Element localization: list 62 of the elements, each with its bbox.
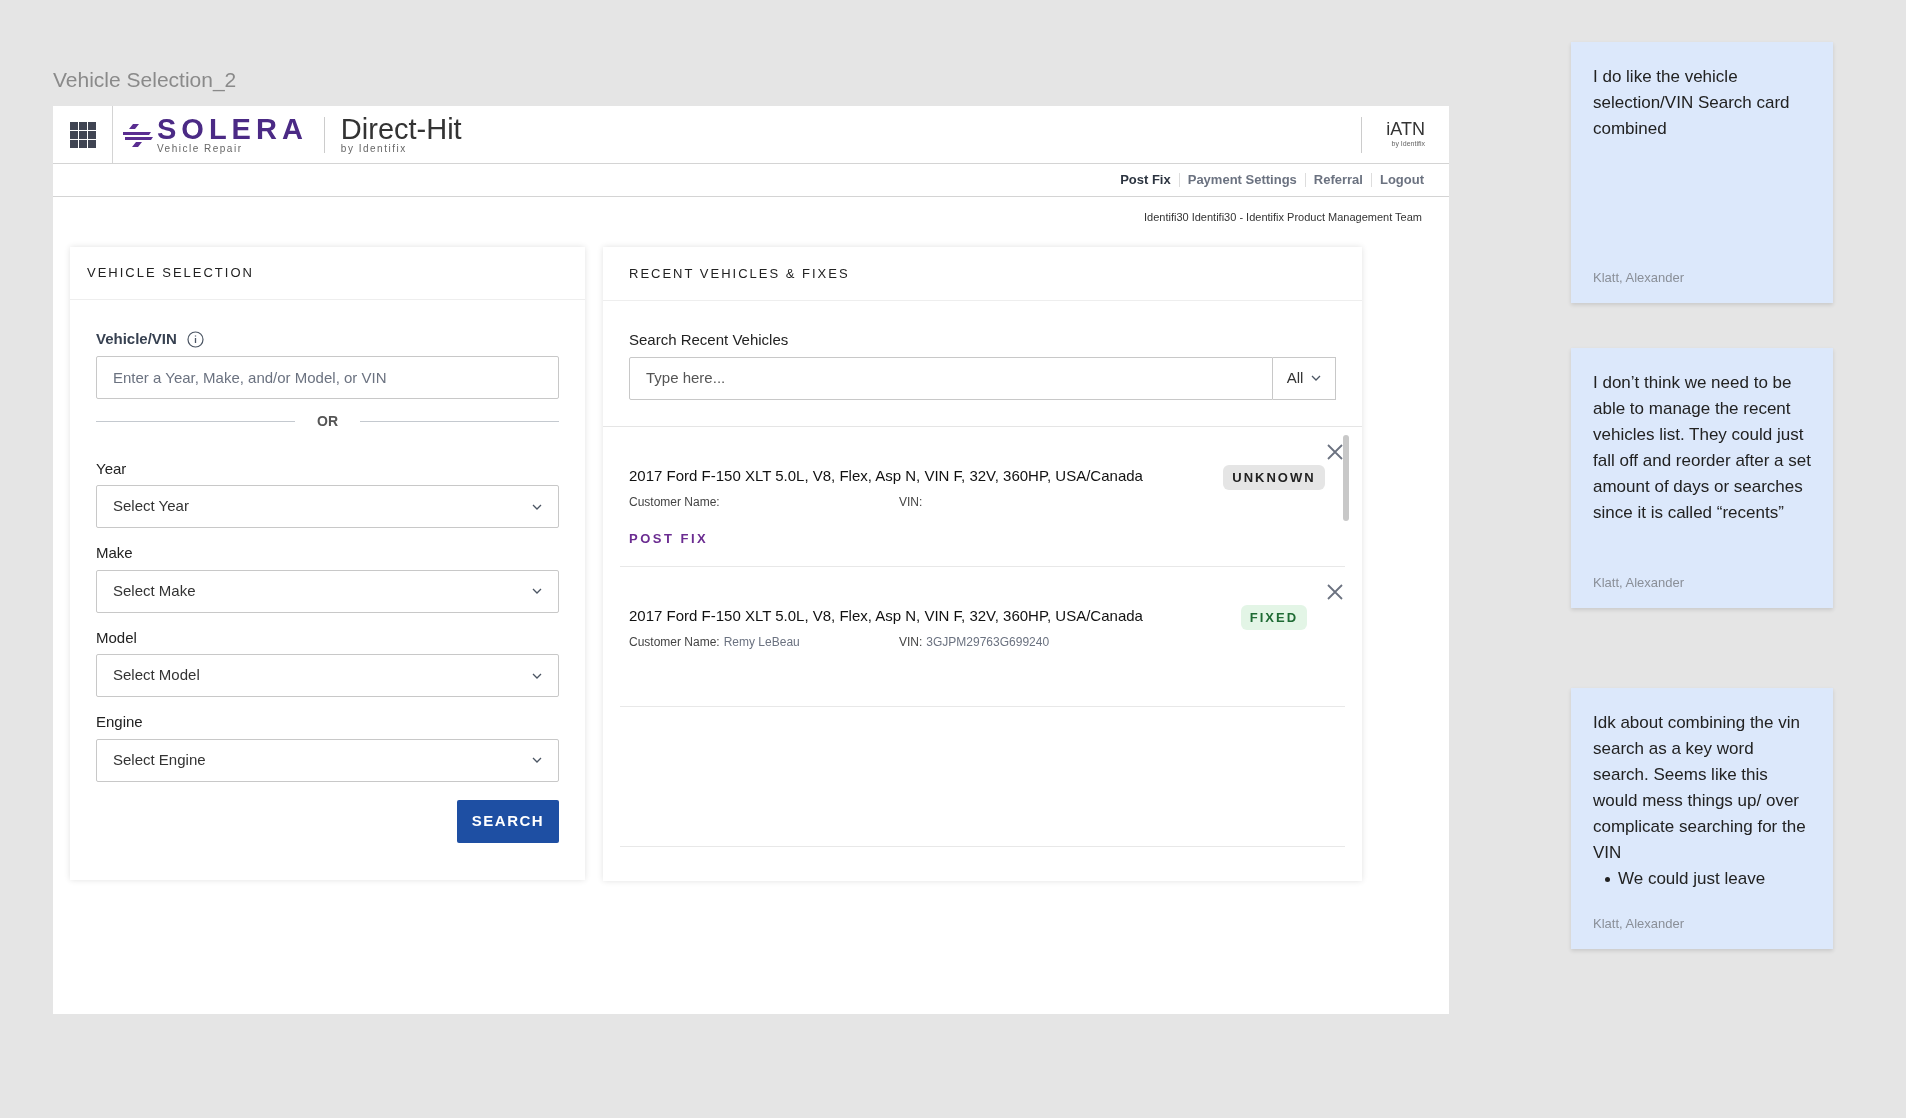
field-label: Engine [96,712,144,732]
card-title: RECENT VEHICLES & FIXES [629,264,850,283]
dropdown-select[interactable]: Select Model [96,654,559,697]
chevron-down-icon [532,757,542,763]
field-label: Year [96,458,128,479]
vehicle-title: 2017 Ford F-150 XLT 5.0L, V8, Flex, Asp N, VIN F, 32V, 360HP, USA/Canada [629,605,1143,626]
post-fix-link[interactable]: POST FIX [629,529,709,549]
frame-title: Vehicle Selection_2 [53,67,238,94]
status-badge: UNKNOWN [1223,464,1325,490]
vehicle-vin-input[interactable]: Enter a Year, Make, and/or Model, or VIN [96,355,559,399]
nav-link[interactable]: Payment Settings [1187,170,1297,190]
chevron-down-icon [1311,375,1322,381]
card-title: VEHICLE SELECTION [87,264,254,283]
search-input[interactable]: Type here... [629,356,1273,400]
chevron-down-icon [532,503,542,510]
close-icon[interactable] [1326,442,1344,461]
note-text: Idk about combining the vin search as a key word search. Seems like this would mess things up/ over complicate searching for the VIN [1593,712,1807,864]
brand-subtitle: Vehicle Repair [157,142,244,155]
note-text: I don’t think we need to be able to manage the recent vehicles list. They could just fall off and reorder after a set amount of days or searches since it is called “recents” [1593,372,1811,524]
customer-name-label: Customer Name: [629,634,720,651]
note-author: Klatt, Alexander [1593,268,1686,287]
dropdown-select[interactable]: Select Make [96,569,559,613]
dropdown-placeholder: Select Engine [113,749,206,770]
nav-link[interactable]: Post Fix [1120,170,1171,190]
note-bullet: We could just leave [1618,868,1766,890]
product-name: Direct-Hit [340,114,462,143]
app-grid-icon[interactable] [69,121,96,148]
note-text: I do like the vehicle selection/VIN Search card combined [1593,66,1791,140]
close-icon[interactable] [1326,582,1344,601]
field-label: Search Recent Vehicles [629,330,790,350]
logo-mark-icon [123,122,153,147]
dropdown-placeholder: Select Year [113,496,189,517]
chevron-down-icon [532,588,542,594]
nav-link[interactable]: Logout [1379,170,1424,190]
dropdown-placeholder: Select Make [113,580,196,601]
vehicle-title: 2017 Ford F-150 XLT 5.0L, V8, Flex, Asp N, VIN F, 32V, 360HP, USA/Canada [629,465,1143,486]
brand-name: SOLERA [157,114,308,143]
or-divider-text: OR [317,411,338,431]
note-author: Klatt, Alexander [1593,914,1686,933]
partner-name: iATN [1386,119,1425,140]
field-label: Vehicle/VIN [96,329,177,349]
vin-label: VIN: [899,634,923,651]
dropdown-placeholder: Select Model [113,665,200,686]
filter-value: All [1286,367,1304,388]
customer-name-label: Customer Name: [629,494,720,511]
field-label: Model [96,627,138,648]
info-icon[interactable] [186,330,204,348]
scrollbar-thumb[interactable] [1343,434,1349,521]
search-button[interactable]: SEARCH [457,799,559,843]
nav-link[interactable]: Referral [1313,170,1363,190]
user-info: Identifi30 Identifi30 - Identifix Product Management Team [1144,210,1422,225]
status-badge: FIXED [1240,604,1308,630]
filter-dropdown[interactable]: All [1273,356,1336,400]
vin-value: 3GJPM29763G699240 [926,634,1050,651]
product-subtitle: by Identifix [340,142,408,155]
dropdown-select[interactable]: Select Engine [96,738,559,782]
dropdown-select[interactable]: Select Year [96,485,559,528]
chevron-down-icon [532,672,542,679]
field-label: Make [96,543,134,563]
vin-label: VIN: [899,494,923,511]
customer-name-value: Remy LeBeau [723,634,800,651]
note-author: Klatt, Alexander [1593,573,1686,592]
